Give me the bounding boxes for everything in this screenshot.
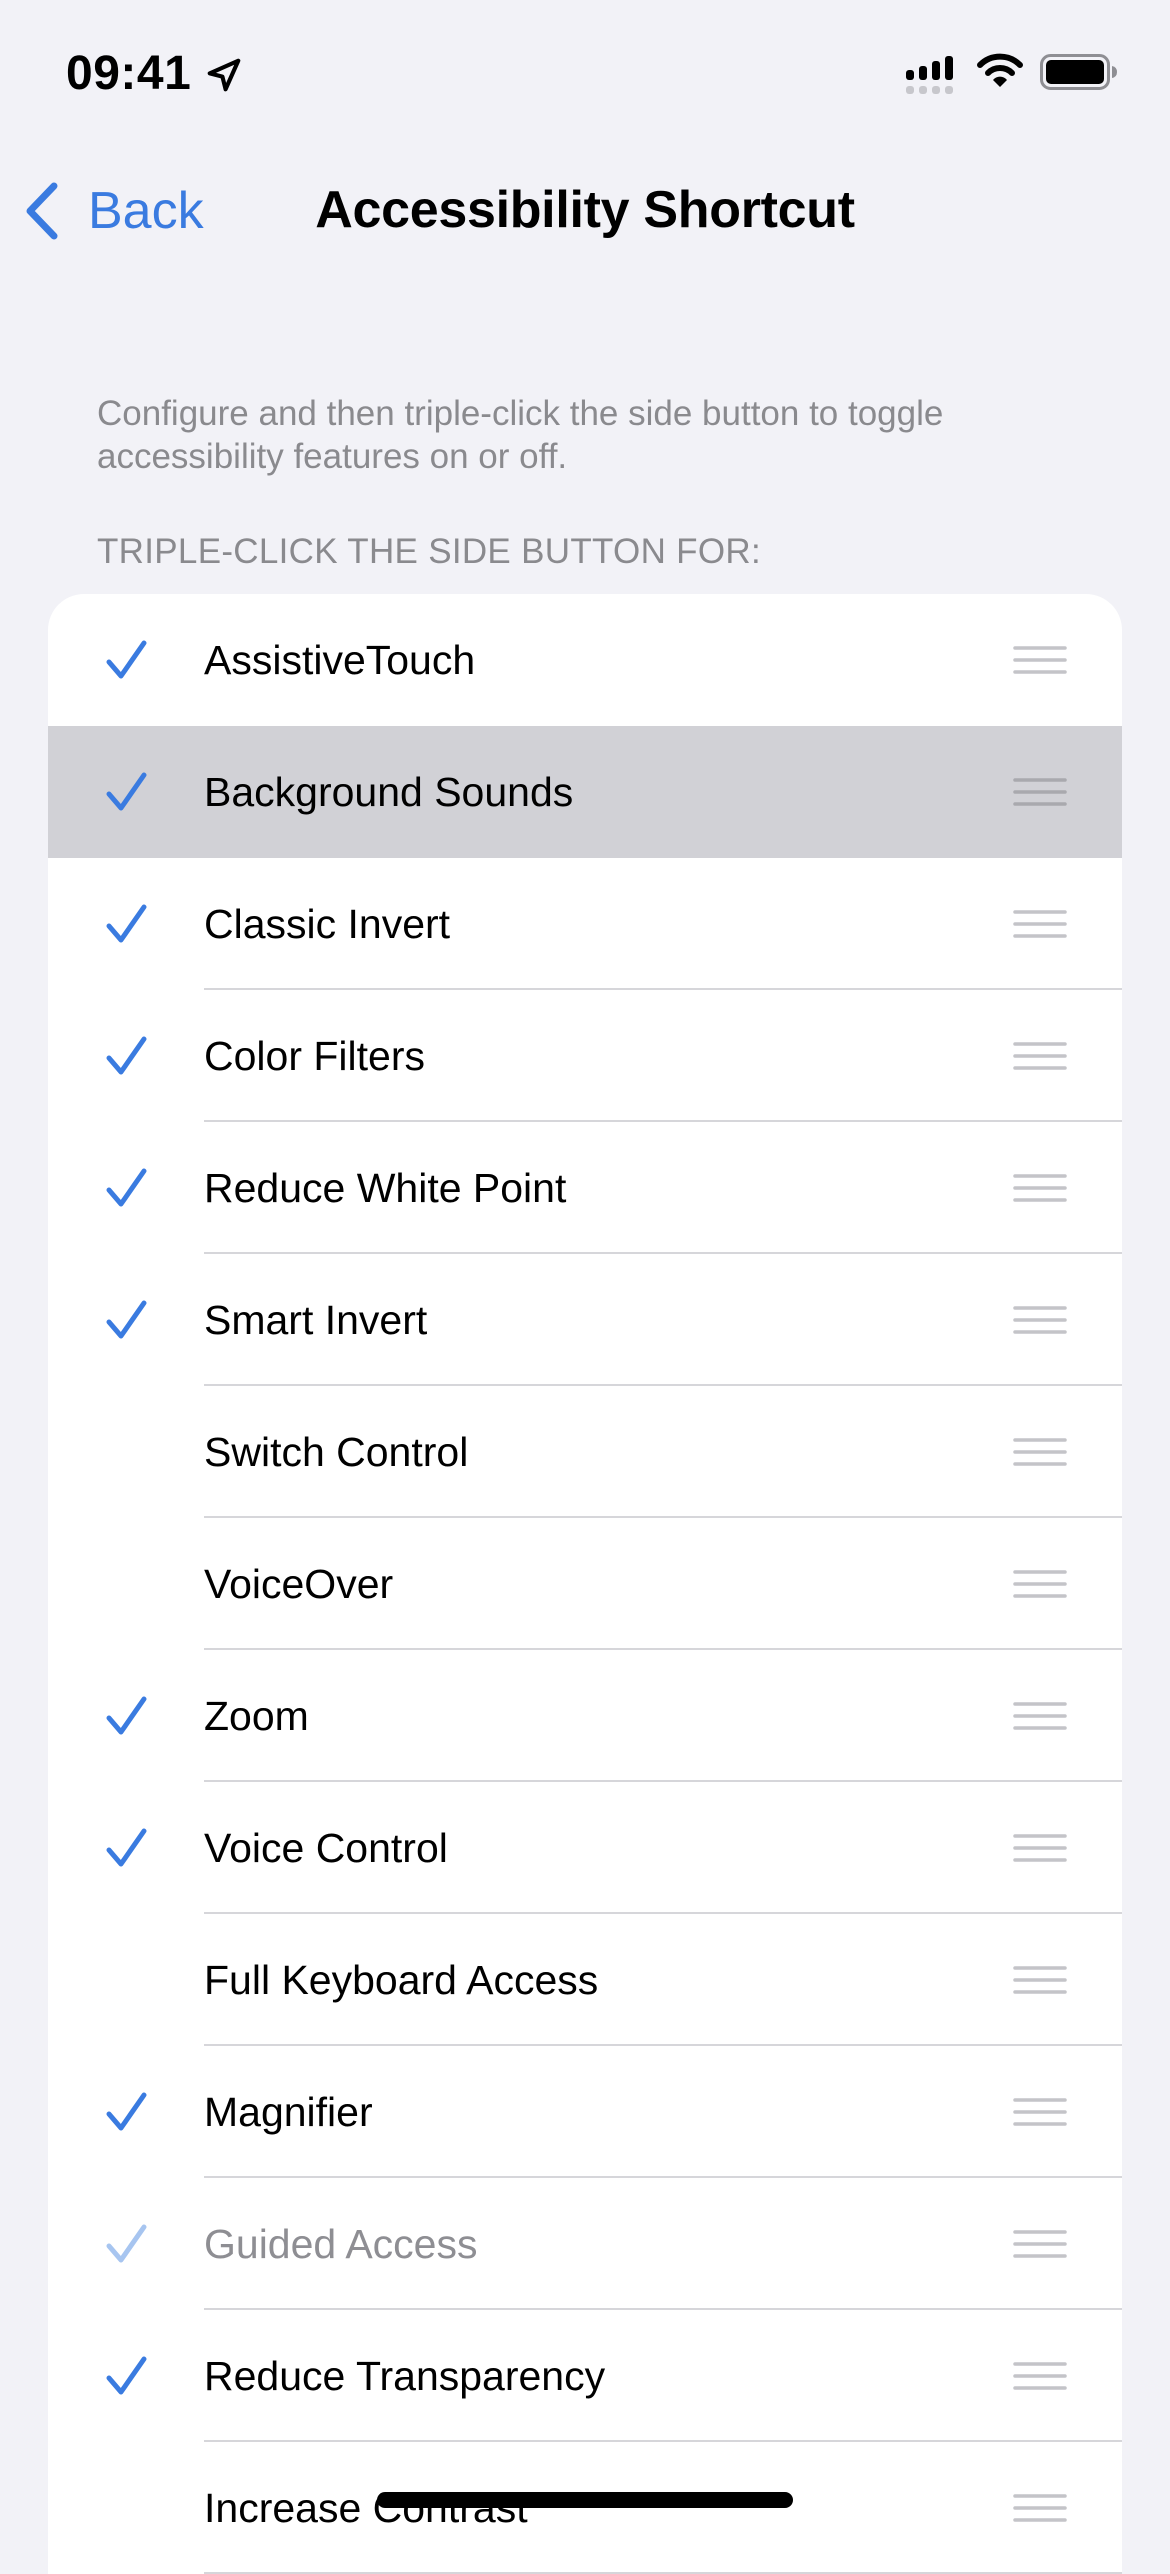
feature-label: Switch Control — [204, 1428, 469, 1475]
drag-handle-icon[interactable] — [1013, 1174, 1067, 1202]
checkmark-icon — [106, 1828, 147, 1867]
drag-handle-icon[interactable] — [1013, 1834, 1067, 1862]
feature-list: AssistiveTouch Background Sounds Classic I… — [48, 594, 1122, 2574]
drag-handle-icon[interactable] — [1013, 2494, 1067, 2522]
description-text: Configure and then triple-click the side… — [97, 394, 944, 476]
drag-handle-icon[interactable] — [1013, 778, 1067, 806]
drag-handle-icon[interactable] — [1013, 1438, 1067, 1466]
feature-row-color-filters[interactable]: Color Filters — [48, 990, 1122, 1122]
drag-handle-icon[interactable] — [1013, 1702, 1067, 1730]
feature-label: Reduce Transparency — [204, 2352, 606, 2399]
drag-handle-icon[interactable] — [1013, 910, 1067, 938]
battery-icon — [1040, 54, 1117, 90]
checkmark-icon — [106, 2224, 147, 2263]
drag-handle-icon[interactable] — [1013, 646, 1067, 674]
page-title: Accessibility Shortcut — [315, 181, 855, 239]
navigation-bar: Back Accessibility Shortcut — [0, 160, 1170, 260]
feature-label: Full Keyboard Access — [204, 1956, 599, 2003]
checkmark-icon — [106, 1696, 147, 1735]
feature-row-increase-contrast[interactable]: Increase Contrast — [48, 2442, 1122, 2574]
feature-row-voice-control[interactable]: Voice Control — [48, 1782, 1122, 1914]
section-header: TRIPLE-CLICK THE SIDE BUTTON FOR: — [97, 532, 761, 571]
checkmark-icon — [106, 772, 147, 811]
feature-row-magnifier[interactable]: Magnifier — [48, 2046, 1122, 2178]
feature-row-guided-access[interactable]: Guided Access — [48, 2178, 1122, 2310]
feature-row-background-sounds[interactable]: Background Sounds — [48, 726, 1122, 858]
checkmark-icon — [106, 2356, 147, 2395]
feature-label: Color Filters — [204, 1032, 425, 1079]
drag-handle-icon[interactable] — [1013, 1570, 1067, 1598]
feature-label: Reduce White Point — [204, 1164, 567, 1211]
feature-row-zoom[interactable]: Zoom — [48, 1650, 1122, 1782]
checkmark-icon — [106, 1168, 147, 1207]
feature-row-reduce-white-point[interactable]: Reduce White Point — [48, 1122, 1122, 1254]
feature-row-classic-invert[interactable]: Classic Invert — [48, 858, 1122, 990]
cellular-signal-icon — [906, 56, 953, 94]
checkmark-icon — [106, 2092, 147, 2131]
drag-handle-icon[interactable] — [1013, 2362, 1067, 2390]
checkmark-icon — [106, 1036, 147, 1075]
feature-label: AssistiveTouch — [204, 636, 476, 683]
checkmark-icon — [106, 640, 147, 679]
status-time: 09:41 — [66, 47, 192, 100]
location-arrow-icon — [207, 58, 241, 92]
feature-label: Smart Invert — [204, 1296, 428, 1343]
checkmark-icon — [106, 1300, 147, 1339]
feature-row-smart-invert[interactable]: Smart Invert — [48, 1254, 1122, 1386]
checkmark-icon — [106, 904, 147, 943]
wifi-icon — [977, 53, 1023, 87]
feature-label: Magnifier — [204, 2088, 373, 2135]
feature-row-switch-control[interactable]: Switch Control — [48, 1386, 1122, 1518]
drag-handle-icon[interactable] — [1013, 1042, 1067, 1070]
status-bar: 09:41 — [0, 0, 1170, 140]
feature-label: Zoom — [204, 1692, 309, 1739]
feature-row-full-keyboard-access[interactable]: Full Keyboard Access — [48, 1914, 1122, 2046]
drag-handle-icon[interactable] — [1013, 2230, 1067, 2258]
feature-label: Classic Invert — [204, 900, 451, 947]
feature-label: VoiceOver — [204, 1560, 394, 1607]
feature-label: Guided Access — [204, 2220, 478, 2267]
feature-row-voiceover[interactable]: VoiceOver — [48, 1518, 1122, 1650]
feature-label: Voice Control — [204, 1824, 448, 1871]
feature-label: Background Sounds — [204, 768, 574, 815]
drag-handle-icon[interactable] — [1013, 1966, 1067, 1994]
drag-handle-icon[interactable] — [1013, 1306, 1067, 1334]
home-indicator[interactable] — [377, 2492, 793, 2508]
feature-row-assistivetouch[interactable]: AssistiveTouch — [48, 594, 1122, 726]
feature-row-reduce-transparency[interactable]: Reduce Transparency — [48, 2310, 1122, 2442]
drag-handle-icon[interactable] — [1013, 2098, 1067, 2126]
